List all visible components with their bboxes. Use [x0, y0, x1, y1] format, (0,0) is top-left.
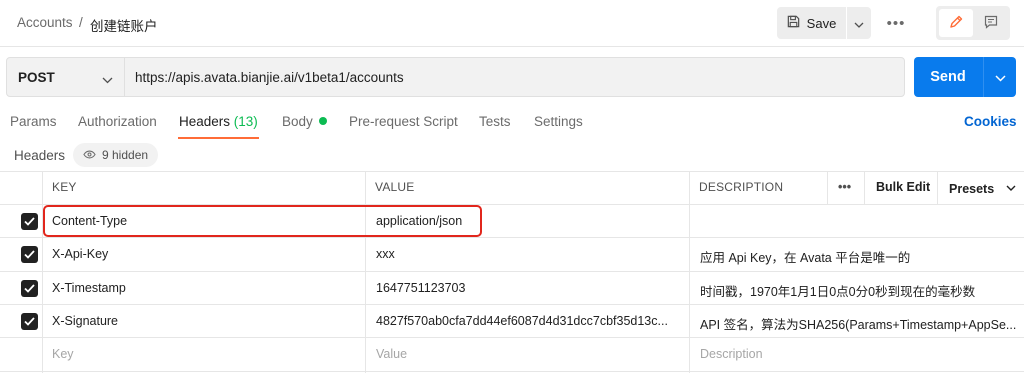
header-value-cell[interactable]: 4827f570ab0cfa7dd44ef6087d4d31dcc7cbf35d… — [376, 314, 681, 328]
column-divider — [864, 171, 865, 204]
column-header-description: DESCRIPTION — [699, 180, 784, 194]
headers-section-title: Headers — [14, 148, 66, 163]
top-bar-divider — [0, 46, 1024, 47]
header-description-cell[interactable]: 时间戳，1970年1月1日0点0分0秒到现在的毫秒数 — [700, 281, 1020, 300]
checkmark-icon — [24, 281, 35, 296]
save-button-group: Save — [777, 7, 871, 39]
tab-settings[interactable]: Settings — [534, 114, 583, 129]
column-divider — [365, 171, 366, 373]
header-value-cell[interactable]: xxx — [376, 247, 681, 261]
send-button[interactable]: Send — [914, 57, 982, 97]
row-divider — [0, 337, 1024, 338]
bulk-edit-button[interactable]: Bulk Edit — [876, 180, 930, 194]
tab-params[interactable]: Params — [10, 114, 57, 129]
chevron-down-icon — [102, 72, 113, 87]
tab-headers-label: Headers — [179, 114, 231, 129]
checkmark-icon — [24, 314, 35, 329]
new-value-input[interactable]: Value — [376, 347, 407, 361]
row-checkbox[interactable] — [21, 280, 38, 297]
url-bar: POST https://apis.avata.bianjie.ai/v1bet… — [6, 57, 905, 97]
tab-body-label: Body — [282, 114, 313, 129]
column-header-key: KEY — [52, 180, 77, 194]
header-description-cell[interactable]: 应用 Api Key，在 Avata 平台是唯一的 — [700, 247, 1020, 266]
chevron-down-icon — [1006, 180, 1016, 194]
save-options-button[interactable] — [847, 7, 871, 39]
new-key-input[interactable]: Key — [52, 347, 74, 361]
column-divider — [42, 171, 43, 373]
url-input[interactable]: https://apis.avata.bianjie.ai/v1beta1/ac… — [135, 70, 404, 85]
row-divider — [0, 371, 1024, 372]
method-select[interactable]: POST — [7, 58, 124, 96]
header-key-cell[interactable]: X-Signature — [52, 314, 357, 328]
active-tab-indicator — [178, 137, 259, 139]
header-key-cell[interactable]: X-Timestamp — [52, 281, 357, 295]
header-value-cell[interactable]: 1647751123703 — [376, 281, 681, 295]
edit-mode-button[interactable] — [939, 9, 973, 37]
documentation-mode-button[interactable] — [975, 9, 1007, 37]
hidden-count-label: 9 hidden — [102, 148, 149, 162]
headers-table: KEY VALUE DESCRIPTION ••• Bulk Edit Pres… — [0, 171, 1024, 373]
tab-headers[interactable]: Headers (13) — [179, 114, 258, 129]
tab-authorization[interactable]: Authorization — [78, 114, 157, 129]
table-more-button[interactable]: ••• — [838, 180, 851, 194]
row-divider — [0, 304, 1024, 305]
breadcrumb-separator: / — [79, 15, 83, 30]
top-bar: Accounts / 创建链账户 Save ••• — [0, 0, 1024, 46]
hidden-headers-toggle[interactable]: 9 hidden — [73, 143, 159, 167]
column-divider — [827, 171, 828, 204]
chevron-down-icon — [854, 16, 864, 31]
eye-icon — [83, 148, 96, 162]
row-checkbox[interactable] — [21, 246, 38, 263]
row-divider — [0, 171, 1024, 172]
row-divider — [0, 237, 1024, 238]
tab-body[interactable]: Body — [282, 114, 327, 129]
presets-label: Presets — [949, 182, 995, 196]
more-options-button[interactable]: ••• — [880, 7, 912, 39]
breadcrumb-parent[interactable]: Accounts — [17, 15, 73, 30]
comment-icon — [983, 14, 999, 33]
row-checkbox[interactable] — [21, 213, 38, 230]
column-divider — [937, 171, 938, 204]
save-button[interactable]: Save — [777, 7, 845, 39]
new-description-input[interactable]: Description — [700, 347, 763, 361]
url-divider — [124, 58, 125, 96]
chevron-down-icon — [994, 70, 1006, 85]
view-mode-toggle — [936, 6, 1010, 40]
row-checkbox[interactable] — [21, 313, 38, 330]
pencil-icon — [948, 14, 964, 33]
tab-headers-count: (13) — [233, 114, 258, 129]
column-header-value: VALUE — [375, 180, 415, 194]
row-divider — [0, 271, 1024, 272]
header-key-cell[interactable]: X-Api-Key — [52, 247, 357, 261]
method-label: POST — [18, 70, 55, 85]
request-tabs: Params Authorization Headers (13) Body P… — [0, 108, 1024, 140]
save-label: Save — [806, 15, 837, 31]
send-button-group: Send — [914, 57, 1016, 97]
body-status-dot — [318, 117, 327, 125]
checkmark-icon — [24, 214, 35, 229]
save-icon — [786, 14, 801, 32]
content-type-highlight — [43, 205, 482, 237]
column-divider — [689, 171, 690, 373]
tab-pre-request-script[interactable]: Pre-request Script — [349, 114, 458, 129]
header-description-cell[interactable]: API 签名，算法为SHA256(Params+Timestamp+AppSe.… — [700, 314, 1022, 333]
checkmark-icon — [24, 247, 35, 262]
cookies-link[interactable]: Cookies — [964, 114, 1017, 129]
send-options-button[interactable] — [984, 57, 1016, 97]
presets-button[interactable]: Presets — [949, 180, 1016, 196]
breadcrumb-current[interactable]: 创建链账户 — [90, 15, 158, 35]
tab-tests[interactable]: Tests — [479, 114, 511, 129]
